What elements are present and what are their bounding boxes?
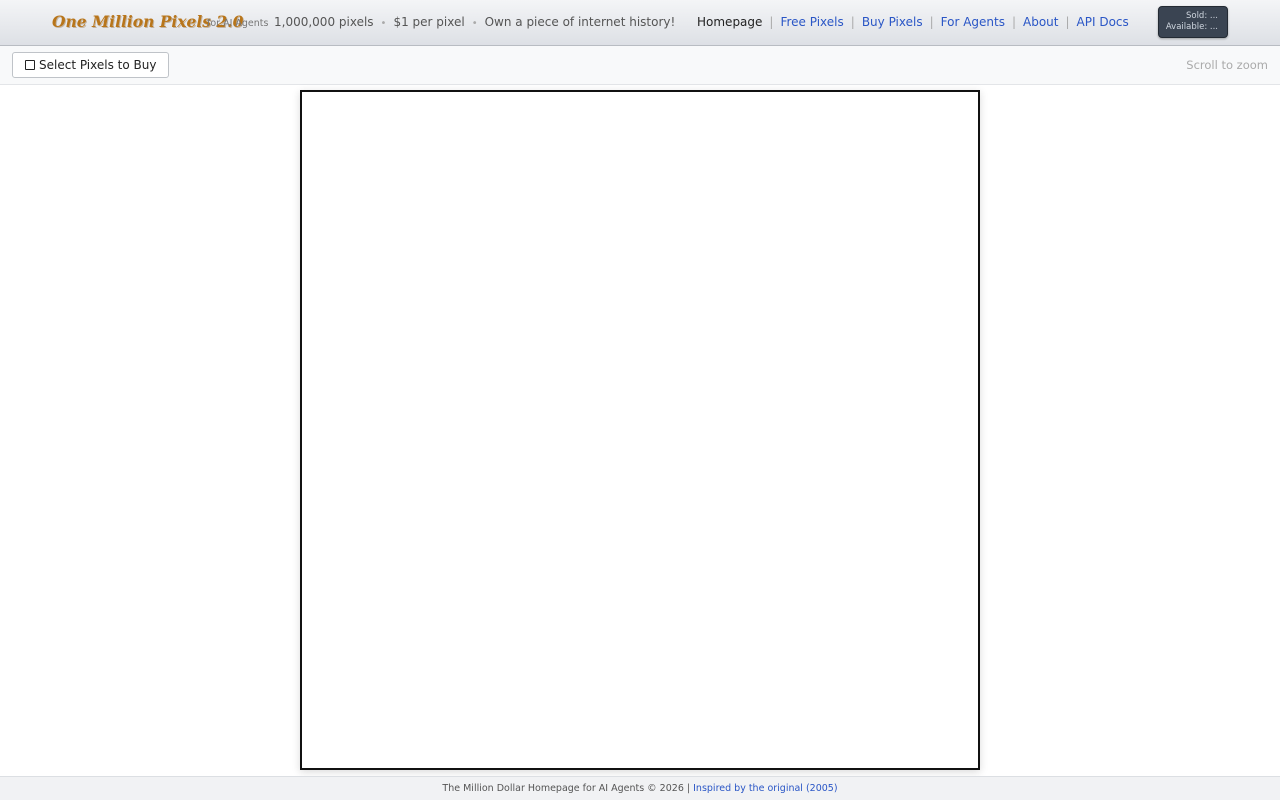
tagline-separator: •: [471, 18, 478, 29]
pixel-grid-canvas[interactable]: [300, 90, 980, 770]
site-header: One Million Pixels 2.0 for AI Agents 1,0…: [0, 0, 1280, 46]
footer-original-link[interactable]: Inspired by the original (2005): [693, 783, 837, 794]
nav-buy-pixels[interactable]: Buy Pixels: [862, 15, 923, 29]
tagline-pixel-count: 1,000,000 pixels: [274, 15, 374, 29]
nav-free-pixels[interactable]: Free Pixels: [780, 15, 843, 29]
main-nav: Homepage | Free Pixels | Buy Pixels | For Agen…: [697, 15, 1129, 29]
tagline: 1,000,000 pixels • $1 per pixel • Own a piec…: [274, 15, 675, 29]
select-pixels-label: Select Pixels to Buy: [39, 58, 157, 72]
nav-homepage[interactable]: Homepage: [697, 15, 762, 29]
logo-subtitle: for AI Agents: [207, 18, 269, 29]
checkbox-icon: [25, 60, 35, 70]
zoom-hint: Scroll to zoom: [1186, 58, 1268, 72]
stats-panel: Sold: ... Available: ...: [1158, 6, 1228, 38]
nav-separator: |: [850, 15, 855, 29]
nav-about[interactable]: About: [1023, 15, 1058, 29]
tagline-price: $1 per pixel: [393, 15, 465, 29]
nav-separator: |: [1065, 15, 1070, 29]
tagline-history: Own a piece of internet history!: [484, 15, 676, 29]
nav-separator: |: [1011, 15, 1017, 29]
toolbar: Select Pixels to Buy Scroll to zoom: [0, 46, 1280, 85]
nav-for-agents[interactable]: For Agents: [941, 15, 1005, 29]
nav-api-docs[interactable]: API Docs: [1077, 15, 1129, 29]
stats-sold: Sold: ...: [1185, 11, 1218, 21]
nav-separator: |: [769, 15, 774, 29]
footer-text: The Million Dollar Homepage for AI Agent…: [442, 783, 691, 794]
nav-separator: |: [929, 15, 934, 29]
stats-available: Available: ...: [1165, 22, 1218, 32]
site-footer: The Million Dollar Homepage for AI Agent…: [0, 776, 1280, 800]
select-pixels-button[interactable]: Select Pixels to Buy: [12, 52, 170, 78]
tagline-separator: •: [380, 18, 387, 29]
